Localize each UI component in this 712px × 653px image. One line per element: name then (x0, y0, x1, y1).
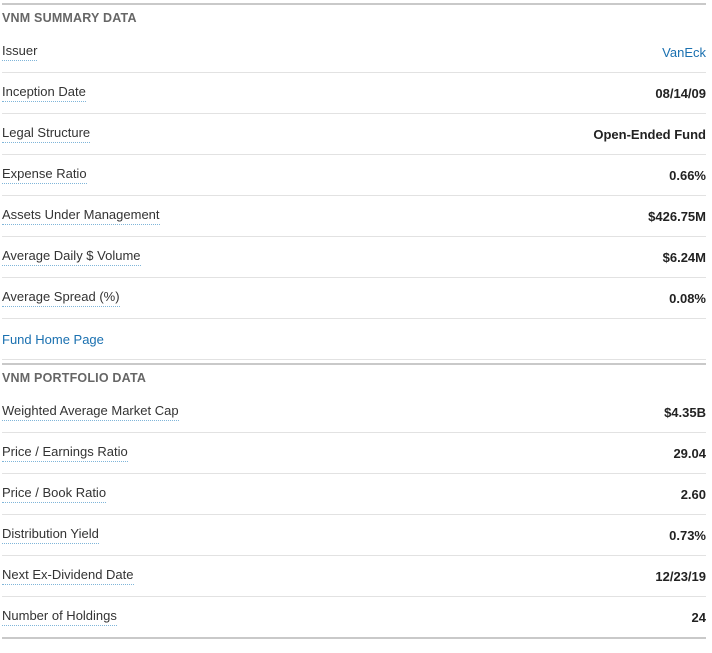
portfolio-row-pe-ratio: Price / Earnings Ratio 29.04 (2, 433, 706, 474)
avg-daily-volume-label[interactable]: Average Daily $ Volume (2, 248, 141, 266)
market-cap-value: $4.35B (664, 404, 706, 420)
fund-data-panel: VNM SUMMARY DATA Issuer VanEck Inception… (2, 3, 706, 639)
summary-row-fund-home: Fund Home Page (2, 319, 706, 360)
expense-ratio-label[interactable]: Expense Ratio (2, 166, 87, 184)
summary-row-avg-daily-volume: Average Daily $ Volume $6.24M (2, 237, 706, 278)
holdings-value: 24 (691, 609, 706, 625)
pe-ratio-label[interactable]: Price / Earnings Ratio (2, 444, 128, 462)
avg-spread-value: 0.08% (669, 290, 706, 306)
avg-daily-volume-value: $6.24M (662, 249, 706, 265)
issuer-label[interactable]: Issuer (2, 43, 38, 61)
summary-section-title: VNM SUMMARY DATA (2, 11, 137, 25)
summary-row-expense-ratio: Expense Ratio 0.66% (2, 155, 706, 196)
aum-label[interactable]: Assets Under Management (2, 207, 160, 225)
portfolio-section-title: VNM PORTFOLIO DATA (2, 371, 147, 385)
legal-structure-label[interactable]: Legal Structure (2, 125, 91, 143)
summary-row-issuer: Issuer VanEck (2, 32, 706, 73)
pb-ratio-label[interactable]: Price / Book Ratio (2, 485, 107, 503)
fund-home-page-link[interactable]: Fund Home Page (2, 332, 104, 347)
portfolio-data-section: VNM PORTFOLIO DATA Weighted Average Mark… (2, 363, 706, 639)
holdings-label[interactable]: Number of Holdings (2, 608, 117, 626)
portfolio-row-pb-ratio: Price / Book Ratio 2.60 (2, 474, 706, 515)
avg-spread-label[interactable]: Average Spread (%) (2, 289, 120, 307)
summary-row-inception-date: Inception Date 08/14/09 (2, 73, 706, 114)
summary-row-aum: Assets Under Management $426.75M (2, 196, 706, 237)
legal-structure-value: Open-Ended Fund (593, 126, 706, 142)
pe-ratio-value: 29.04 (673, 445, 706, 461)
summary-data-section: VNM SUMMARY DATA Issuer VanEck Inception… (2, 3, 706, 360)
portfolio-row-holdings: Number of Holdings 24 (2, 597, 706, 639)
pb-ratio-value: 2.60 (680, 486, 706, 502)
ex-dividend-date-label[interactable]: Next Ex-Dividend Date (2, 567, 134, 585)
portfolio-row-ex-dividend-date: Next Ex-Dividend Date 12/23/19 (2, 556, 706, 597)
portfolio-row-market-cap: Weighted Average Market Cap $4.35B (2, 392, 706, 433)
aum-value: $426.75M (648, 208, 706, 224)
market-cap-label[interactable]: Weighted Average Market Cap (2, 403, 179, 421)
distribution-yield-label[interactable]: Distribution Yield (2, 526, 99, 544)
summary-row-avg-spread: Average Spread (%) 0.08% (2, 278, 706, 319)
distribution-yield-value: 0.73% (669, 527, 706, 543)
issuer-link[interactable]: VanEck (662, 45, 706, 60)
summary-row-legal-structure: Legal Structure Open-Ended Fund (2, 114, 706, 155)
expense-ratio-value: 0.66% (669, 167, 706, 183)
inception-date-value: 08/14/09 (655, 85, 706, 101)
inception-date-label[interactable]: Inception Date (2, 84, 86, 102)
ex-dividend-date-value: 12/23/19 (655, 568, 706, 584)
portfolio-row-distribution-yield: Distribution Yield 0.73% (2, 515, 706, 556)
